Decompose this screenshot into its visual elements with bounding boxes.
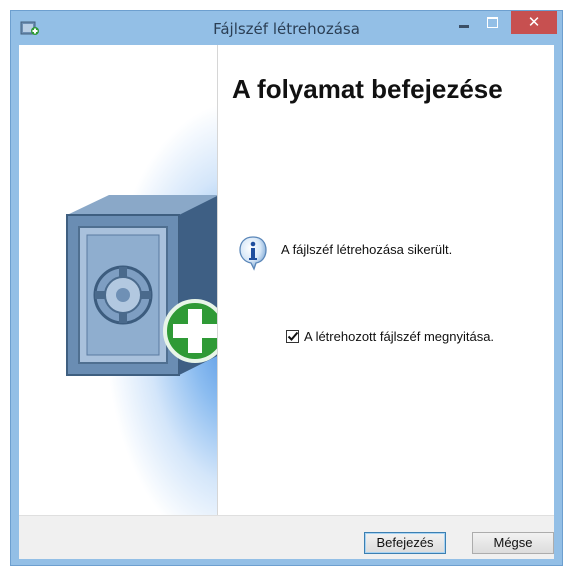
open-safe-checkbox[interactable] [286, 329, 299, 343]
page-title: A folyamat befejezése [232, 74, 503, 104]
close-button[interactable]: ✕ [511, 11, 557, 34]
safe-illustration-icon [66, 195, 217, 376]
panel-divider [217, 45, 218, 515]
cancel-button[interactable]: Mégse [472, 532, 554, 554]
info-icon [239, 236, 267, 271]
maximize-icon [487, 17, 498, 28]
minimize-button[interactable] [451, 11, 477, 34]
status-message: A fájlszéf létrehozása sikerült. [281, 242, 453, 257]
open-safe-checkbox-row[interactable]: A létrehozott fájlszéf megnyitása. [286, 327, 494, 345]
open-safe-checkbox-label[interactable]: A létrehozott fájlszéf megnyitása. [304, 329, 494, 344]
minimize-icon [459, 25, 469, 28]
close-icon: ✕ [527, 14, 541, 31]
wizard-side-banner [19, 45, 217, 515]
button-bar: Befejezés Mégse [19, 515, 554, 559]
maximize-button[interactable] [479, 11, 505, 34]
wizard-content: A folyamat befejezése A fájlszéf létreho… [19, 45, 554, 559]
title-bar[interactable]: Fájlszéf létrehozása ✕ [11, 11, 562, 45]
finish-button[interactable]: Befejezés [364, 532, 446, 554]
green-plus-icon [163, 299, 217, 363]
wizard-window: Fájlszéf létrehozása ✕ A folyamat befeje… [10, 10, 563, 566]
checkmark-icon [287, 331, 299, 341]
